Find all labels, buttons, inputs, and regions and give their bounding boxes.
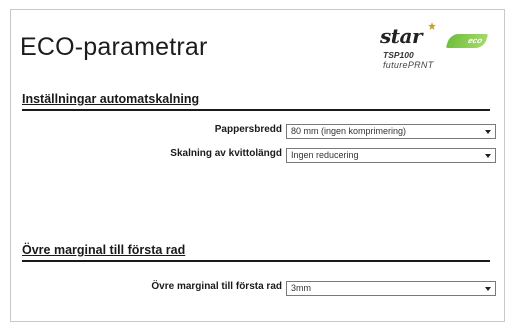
chevron-down-icon <box>485 287 491 291</box>
paper-width-value: 80 mm (ingen komprimering) <box>291 126 407 136</box>
star-logo-icon <box>428 22 436 30</box>
star-logo: star eco TSP100 futurePRNT <box>380 22 490 84</box>
receipt-length-label: Skalning av kvittolängd <box>170 148 282 159</box>
section-divider-margin <box>22 260 490 262</box>
chevron-down-icon <box>485 154 491 158</box>
paper-width-select[interactable]: 80 mm (ingen komprimering) <box>286 124 496 139</box>
page-title: ECO-parametrar <box>20 33 208 61</box>
section-heading-margin: Övre marginal till första rad <box>22 243 186 257</box>
logo-brand-text: star <box>380 24 423 48</box>
chevron-down-icon <box>485 130 491 134</box>
section-heading-scaling: Inställningar automatskalning <box>22 92 200 106</box>
eco-badge: eco <box>445 34 489 48</box>
logo-product-line-text: futurePRNT <box>383 60 434 70</box>
top-margin-select[interactable]: 3mm <box>286 281 496 296</box>
paper-width-label: Pappersbredd <box>214 124 282 135</box>
top-margin-value: 3mm <box>291 283 311 293</box>
top-margin-label: Övre marginal till första rad <box>151 281 282 292</box>
logo-model-text: TSP100 <box>383 50 414 60</box>
section-divider-scaling <box>22 109 490 111</box>
receipt-length-select[interactable]: Ingen reducering <box>286 148 496 163</box>
receipt-length-value: Ingen reducering <box>291 150 359 160</box>
